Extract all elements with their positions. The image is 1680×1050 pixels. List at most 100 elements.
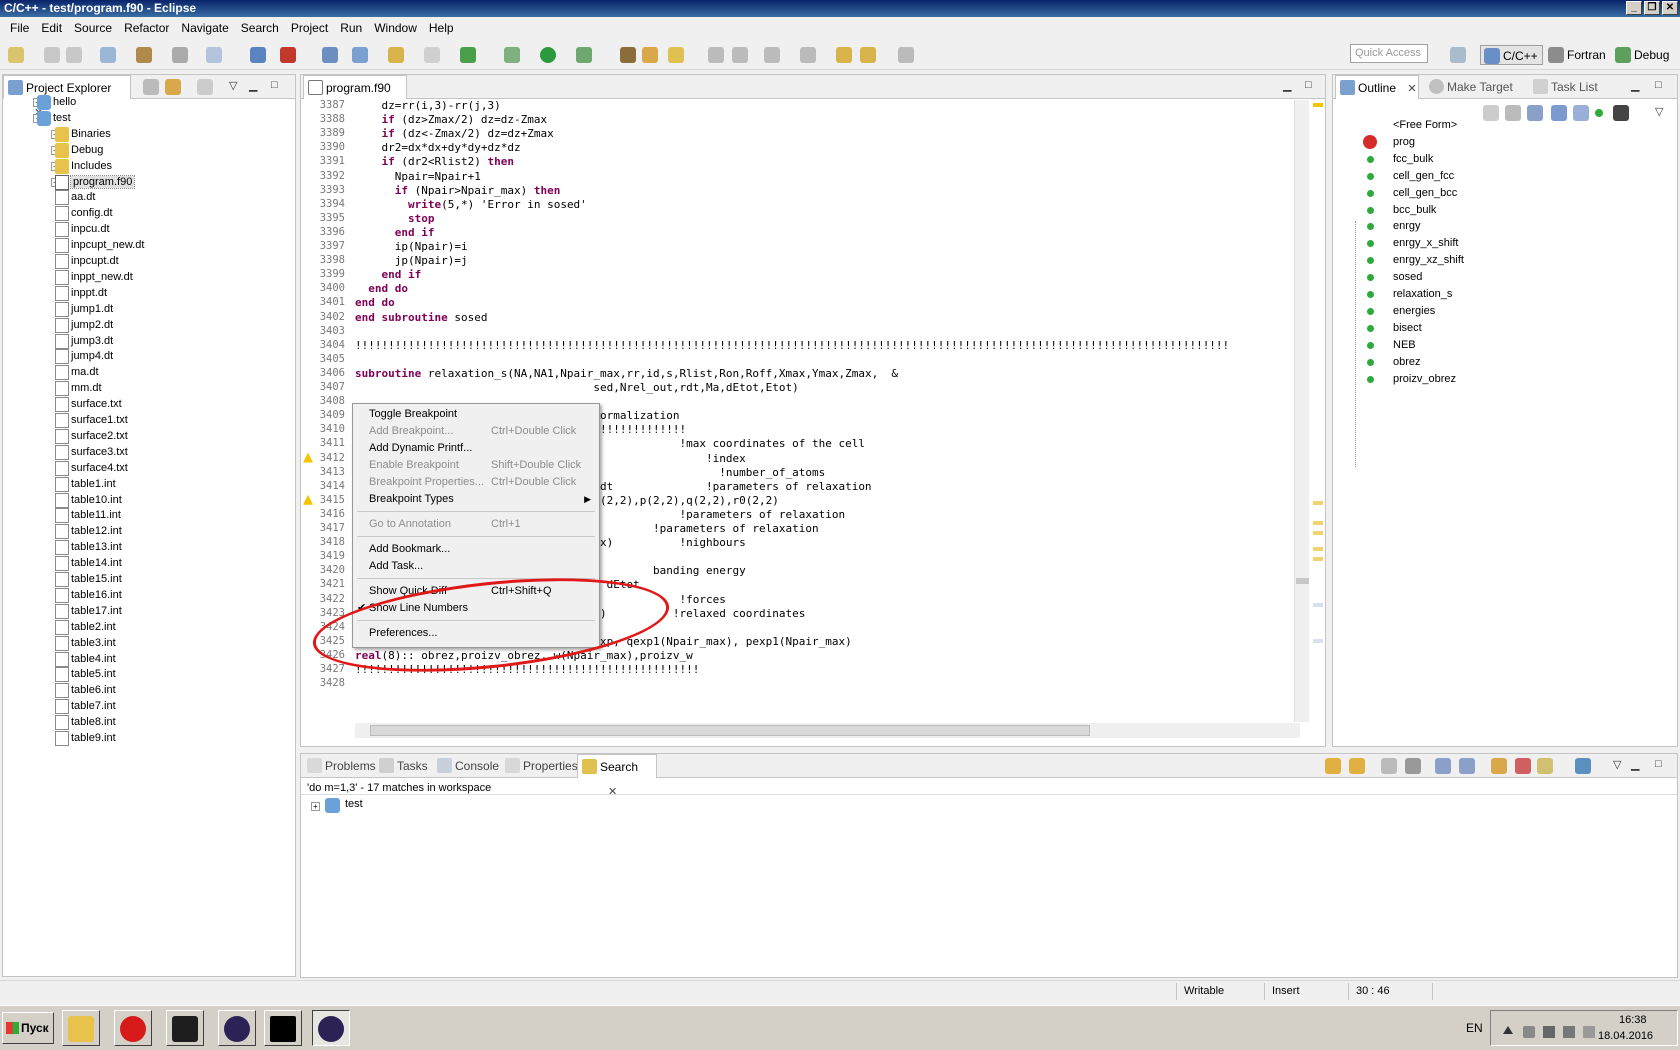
debug-stop-icon[interactable]	[280, 47, 296, 63]
sort-icon[interactable]	[1527, 105, 1543, 121]
flag-icon[interactable]	[1563, 1026, 1575, 1038]
menu-search[interactable]: Search	[235, 21, 285, 35]
outline-item-cell_gen_fcc[interactable]: cell_gen_fcc	[1367, 168, 1454, 185]
code-line[interactable]: !!!!!!!!!!!!!!!!!!!!!!!!!!!!!!!!!!!!!!!!…	[355, 662, 699, 677]
minimize-icon[interactable]: ▁	[1283, 79, 1291, 92]
tree-project-test[interactable]: −test	[33, 110, 71, 127]
code-line[interactable]: dr2=dx*dx+dy*dy+dz*dz	[355, 140, 520, 155]
tree-item-file[interactable]: jump3.dt	[55, 333, 113, 350]
overview-marker[interactable]	[1313, 547, 1323, 551]
clock-date[interactable]: 18.04.2016	[1598, 1030, 1653, 1042]
outline-item-bisect[interactable]: bisect	[1367, 320, 1422, 337]
tree-item-file[interactable]: inppt_new.dt	[55, 269, 133, 286]
expand-all-icon[interactable]	[1435, 758, 1451, 774]
code-line[interactable]: if (dz>Zmax/2) dz=dz-Zmax	[355, 112, 548, 127]
toggle-mark-icon[interactable]	[708, 47, 724, 63]
outline-item-sosed[interactable]: sosed	[1367, 269, 1422, 286]
menu-item-show-line-numbers[interactable]: ✔ Show Line Numbers	[353, 600, 599, 617]
last-edit-icon[interactable]	[836, 47, 852, 63]
tree-item-file[interactable]: table5.int	[55, 666, 116, 683]
build-all-icon[interactable]	[172, 47, 188, 63]
tree-item-file[interactable]: table8.int	[55, 714, 116, 731]
tab-program-f90[interactable]: program.f90 ✕	[303, 75, 407, 119]
collapse-all-icon[interactable]	[1505, 105, 1521, 121]
tree-item-file[interactable]: surface.txt	[55, 396, 122, 413]
perspective-debug[interactable]: Debug	[1612, 45, 1673, 65]
outline-item-relaxation_s[interactable]: relaxation_s	[1367, 286, 1452, 303]
code-line[interactable]: end do	[355, 281, 408, 296]
view-menu-icon[interactable]: ▽	[229, 79, 237, 92]
tree-item-file[interactable]: table9.int	[55, 730, 116, 747]
taskbar-opera[interactable]	[114, 1010, 152, 1046]
overview-marker[interactable]	[1313, 557, 1323, 561]
open-folder-icon[interactable]	[642, 47, 658, 63]
code-line[interactable]: end subroutine sosed	[355, 310, 487, 325]
new-folder-icon[interactable]	[388, 47, 404, 63]
outline-item-bcc_bulk[interactable]: bcc_bulk	[1367, 202, 1436, 219]
tree-item-file[interactable]: table15.int	[55, 571, 122, 588]
remove-match-icon[interactable]	[1381, 758, 1397, 774]
menu-item-add-bookmark[interactable]: Add Bookmark...	[353, 541, 599, 558]
collapse-all-icon[interactable]	[1459, 758, 1475, 774]
tree-item-file[interactable]: table2.int	[55, 619, 116, 636]
pointer-icon[interactable]	[322, 47, 338, 63]
menu-project[interactable]: Project	[285, 21, 334, 35]
run-search-again-icon[interactable]	[1491, 758, 1507, 774]
outline-item-proizv_obrez[interactable]: proizv_obrez	[1367, 371, 1456, 388]
view-menu-icon[interactable]: ▽	[1613, 758, 1621, 771]
tree-item-file[interactable]: +program.f90	[51, 174, 136, 191]
close-button[interactable]: ✕	[1662, 1, 1678, 15]
prev-match-icon[interactable]	[1349, 758, 1365, 774]
outline-item-enrgy[interactable]: enrgy	[1367, 218, 1421, 235]
tree-item-file[interactable]: inpcu.dt	[55, 221, 110, 238]
menu-refactor[interactable]: Refactor	[118, 21, 175, 35]
run-icon[interactable]	[540, 47, 556, 63]
overview-marker[interactable]	[1313, 531, 1323, 535]
code-line[interactable]: real(8):: obrez,proizv_obrez, w(Npair_ma…	[355, 648, 693, 663]
expand-icon[interactable]: +	[311, 802, 320, 811]
next-match-icon[interactable]	[1325, 758, 1341, 774]
code-line[interactable]: !!!!!!!!!!!!!!!!!!!!!!!!!!!!!!!!!!!!!!!!…	[355, 338, 1229, 353]
code-line[interactable]: stop	[355, 211, 435, 226]
code-line[interactable]: end if	[355, 225, 435, 240]
language-indicator[interactable]: EN	[1466, 1021, 1483, 1035]
volume-icon[interactable]	[1523, 1026, 1535, 1038]
menu-item-show-quick-diff[interactable]: Show Quick Diff Ctrl+Shift+Q	[353, 583, 599, 600]
tab-console[interactable]: Console	[433, 754, 503, 778]
code-line[interactable]: if (Npair>Npair_max) then	[355, 183, 561, 198]
taskbar-explorer[interactable]	[62, 1010, 100, 1046]
overview-marker[interactable]	[1313, 639, 1323, 643]
search-history-icon[interactable]	[1537, 758, 1553, 774]
open-perspective-icon[interactable]	[1450, 47, 1466, 63]
search-icon[interactable]	[668, 47, 684, 63]
tree-item-file[interactable]: table14.int	[55, 555, 122, 572]
view-menu-icon[interactable]: ▽	[1655, 105, 1663, 118]
menu-window[interactable]: Window	[368, 21, 423, 35]
maximize-icon[interactable]: □	[1655, 79, 1662, 91]
tree-item-file[interactable]: inppt.dt	[55, 285, 107, 302]
menu-navigate[interactable]: Navigate	[175, 21, 234, 35]
close-icon[interactable]: ✕	[608, 786, 617, 798]
taskbar-pycharm[interactable]	[166, 1010, 204, 1046]
forward-icon[interactable]	[898, 47, 914, 63]
show-hidden-icons-icon[interactable]	[1503, 1026, 1513, 1034]
tree-item-file[interactable]: table13.int	[55, 539, 122, 556]
tree-item-file[interactable]: table16.int	[55, 587, 122, 604]
taskbar-eclipse-2[interactable]	[312, 1010, 350, 1046]
menu-help[interactable]: Help	[423, 21, 460, 35]
tree-item-file[interactable]: +Debug	[51, 142, 103, 159]
tree-item-file[interactable]: surface3.txt	[55, 444, 128, 461]
vertical-scroll-thumb[interactable]	[1296, 578, 1309, 584]
tree-item-file[interactable]: table10.int	[55, 492, 122, 509]
maximize-icon[interactable]: □	[271, 79, 278, 91]
quick-access-input[interactable]: Quick Access	[1350, 44, 1428, 63]
tree-item-file[interactable]: jump2.dt	[55, 317, 113, 334]
tree-item-file[interactable]: table7.int	[55, 698, 116, 715]
tree-item-file[interactable]: +Binaries	[51, 126, 111, 143]
save-all-icon[interactable]	[66, 47, 82, 63]
overview-marker[interactable]	[1313, 501, 1323, 505]
status-insert-mode[interactable]: Insert	[1272, 985, 1300, 997]
save-icon[interactable]	[44, 47, 60, 63]
tree-item-file[interactable]: surface1.txt	[55, 412, 128, 429]
menu-edit[interactable]: Edit	[35, 21, 68, 35]
